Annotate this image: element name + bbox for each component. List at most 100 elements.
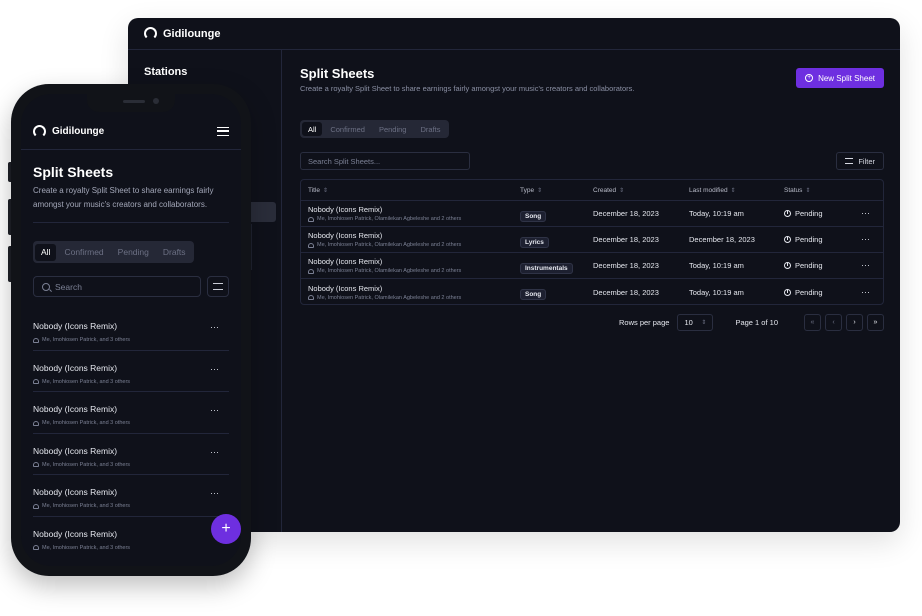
list-item[interactable]: Nobody (Icons Remix) Me, Imohiosen Patri…: [33, 392, 229, 434]
search-input[interactable]: Search: [33, 276, 201, 297]
list-item[interactable]: Nobody (Icons Remix) Me, Imohiosen Patri…: [33, 309, 229, 351]
tab-drafts[interactable]: Drafts: [157, 244, 192, 261]
new-split-sheet-label: New Split Sheet: [818, 73, 875, 83]
menu-icon[interactable]: [217, 126, 229, 136]
timer-icon: [784, 236, 791, 243]
row-more-button[interactable]: ⋯: [861, 287, 870, 298]
item-title: Nobody (Icons Remix): [33, 321, 118, 331]
item-collaborators: Me, Imohiosen Patrick, and 3 others: [33, 462, 130, 468]
first-page-button[interactable]: «: [804, 314, 821, 331]
phone-notch: [87, 94, 175, 112]
tab-pending[interactable]: Pending: [373, 122, 413, 136]
search-placeholder: Search: [55, 281, 82, 292]
row-last-modified: December 18, 2023: [689, 235, 755, 244]
users-icon: [308, 216, 314, 222]
sort-icon: ⇕: [323, 187, 329, 194]
tab-confirmed[interactable]: Confirmed: [58, 244, 109, 261]
row-title[interactable]: Nobody (Icons Remix): [308, 257, 461, 266]
last-page-button[interactable]: »: [867, 314, 884, 331]
prev-page-button[interactable]: ‹: [825, 314, 842, 331]
row-created: December 18, 2023: [593, 287, 659, 297]
item-title: Nobody (Icons Remix): [33, 528, 118, 539]
pagination: Rows per page 10 ⇕ Page 1 of 10 « ‹ › »: [619, 314, 884, 331]
item-more-button[interactable]: ⋯: [210, 488, 219, 499]
divider: [33, 222, 229, 223]
filter-button[interactable]: [207, 276, 229, 297]
table-row[interactable]: Nobody (Icons Remix) Me, Imohiosen Patri…: [301, 279, 883, 305]
users-icon: [308, 242, 314, 248]
list-item[interactable]: Nobody (Icons Remix) Me, Imohiosen Patri…: [33, 475, 229, 517]
divider: [21, 149, 241, 150]
brand-name: Gidilounge: [52, 125, 105, 137]
search-icon: [42, 282, 50, 291]
item-more-button[interactable]: ⋯: [210, 447, 219, 458]
status-tabs: All Confirmed Pending Drafts: [300, 120, 449, 138]
next-page-button[interactable]: ›: [846, 314, 863, 331]
tab-confirmed[interactable]: Confirmed: [324, 122, 371, 136]
phone-button: [8, 246, 11, 282]
headphones-icon: [144, 27, 157, 40]
row-title[interactable]: Nobody (Icons Remix): [308, 284, 461, 293]
brand-logo[interactable]: Gidilounge: [144, 27, 220, 40]
chevron-updown-icon: ⇕: [701, 320, 707, 326]
row-last-modified: Today, 10:19 am: [689, 261, 744, 270]
main-content: Split Sheets Create a royalty Split Shee…: [300, 50, 884, 532]
phone-button: [8, 162, 11, 182]
item-more-button[interactable]: ⋯: [210, 405, 219, 416]
users-icon: [33, 337, 39, 343]
search-input[interactable]: Search Split Sheets...: [300, 152, 470, 170]
row-title-cell: Nobody (Icons Remix) Me, Imohiosen Patri…: [308, 284, 461, 301]
add-split-sheet-button[interactable]: +: [211, 514, 241, 544]
page-subtitle: Create a royalty Split Sheet to share ea…: [300, 84, 635, 93]
row-collaborators: Me, Imohiosen Patrick, Olamilekan Agbele…: [308, 216, 461, 222]
sort-icon: ⇕: [805, 187, 811, 194]
table-header: Title ⇕ Type ⇕ Created ⇕ Last modified ⇕ Sta…: [301, 180, 883, 201]
timer-icon: [784, 288, 791, 296]
status-tabs: All Confirmed Pending Drafts: [33, 241, 194, 263]
filter-button[interactable]: Filter: [836, 152, 884, 170]
row-status: Pending: [784, 288, 823, 297]
row-more-button[interactable]: ⋯: [861, 260, 870, 271]
row-type: Instrumentals: [520, 257, 573, 275]
sort-icon: ⇕: [730, 187, 736, 194]
page-title: Split Sheets: [300, 66, 375, 81]
type-badge: Song: [520, 210, 547, 222]
list-item[interactable]: Nobody (Icons Remix) Me, Imohiosen Patri…: [33, 434, 229, 476]
column-last-modified[interactable]: Last modified ⇕: [689, 187, 736, 194]
column-title[interactable]: Title ⇕: [308, 187, 328, 194]
sidebar-item-stations[interactable]: Stations: [144, 66, 187, 78]
table-row[interactable]: Nobody (Icons Remix) Me, Imohiosen Patri…: [301, 227, 883, 253]
item-more-button[interactable]: ⋯: [210, 322, 219, 333]
users-icon: [33, 462, 39, 468]
desktop-topbar: Gidilounge: [128, 18, 900, 50]
users-icon: [308, 268, 314, 274]
tab-drafts[interactable]: Drafts: [414, 122, 446, 136]
row-more-button[interactable]: ⋯: [861, 234, 870, 245]
item-collaborators: Me, Imohiosen Patrick, and 3 others: [33, 337, 130, 343]
row-last-modified: Today, 10:19 am: [689, 287, 744, 297]
rows-per-page-select[interactable]: 10 ⇕: [677, 314, 714, 331]
row-status: Pending: [784, 235, 823, 244]
tab-pending[interactable]: Pending: [112, 244, 155, 261]
row-more-button[interactable]: ⋯: [861, 208, 870, 219]
sort-icon: ⇕: [537, 187, 543, 194]
list-item[interactable]: Nobody (Icons Remix) Me, Imohiosen Patri…: [33, 351, 229, 393]
column-type[interactable]: Type ⇕: [520, 187, 542, 194]
item-more-button[interactable]: ⋯: [210, 364, 219, 375]
users-icon: [33, 545, 39, 551]
rows-per-page-value: 10: [684, 318, 693, 327]
row-title[interactable]: Nobody (Icons Remix): [308, 205, 461, 214]
sort-icon: ⇕: [619, 187, 625, 194]
column-status[interactable]: Status ⇕: [784, 187, 810, 194]
brand-logo[interactable]: Gidilounge: [33, 124, 105, 138]
tab-all[interactable]: All: [302, 122, 323, 136]
table-row[interactable]: Nobody (Icons Remix) Me, Imohiosen Patri…: [301, 253, 883, 279]
table-row[interactable]: Nobody (Icons Remix) Me, Imohiosen Patri…: [301, 201, 883, 227]
column-created[interactable]: Created ⇕: [593, 187, 624, 194]
new-split-sheet-button[interactable]: + New Split Sheet: [796, 68, 884, 88]
list-item[interactable]: Nobody (Icons Remix) Me, Imohiosen Patri…: [33, 517, 229, 559]
item-title: Nobody (Icons Remix): [33, 362, 118, 373]
row-title[interactable]: Nobody (Icons Remix): [308, 231, 461, 240]
tab-all[interactable]: All: [35, 243, 57, 261]
item-collaborators: Me, Imohiosen Patrick, and 3 others: [33, 503, 130, 509]
